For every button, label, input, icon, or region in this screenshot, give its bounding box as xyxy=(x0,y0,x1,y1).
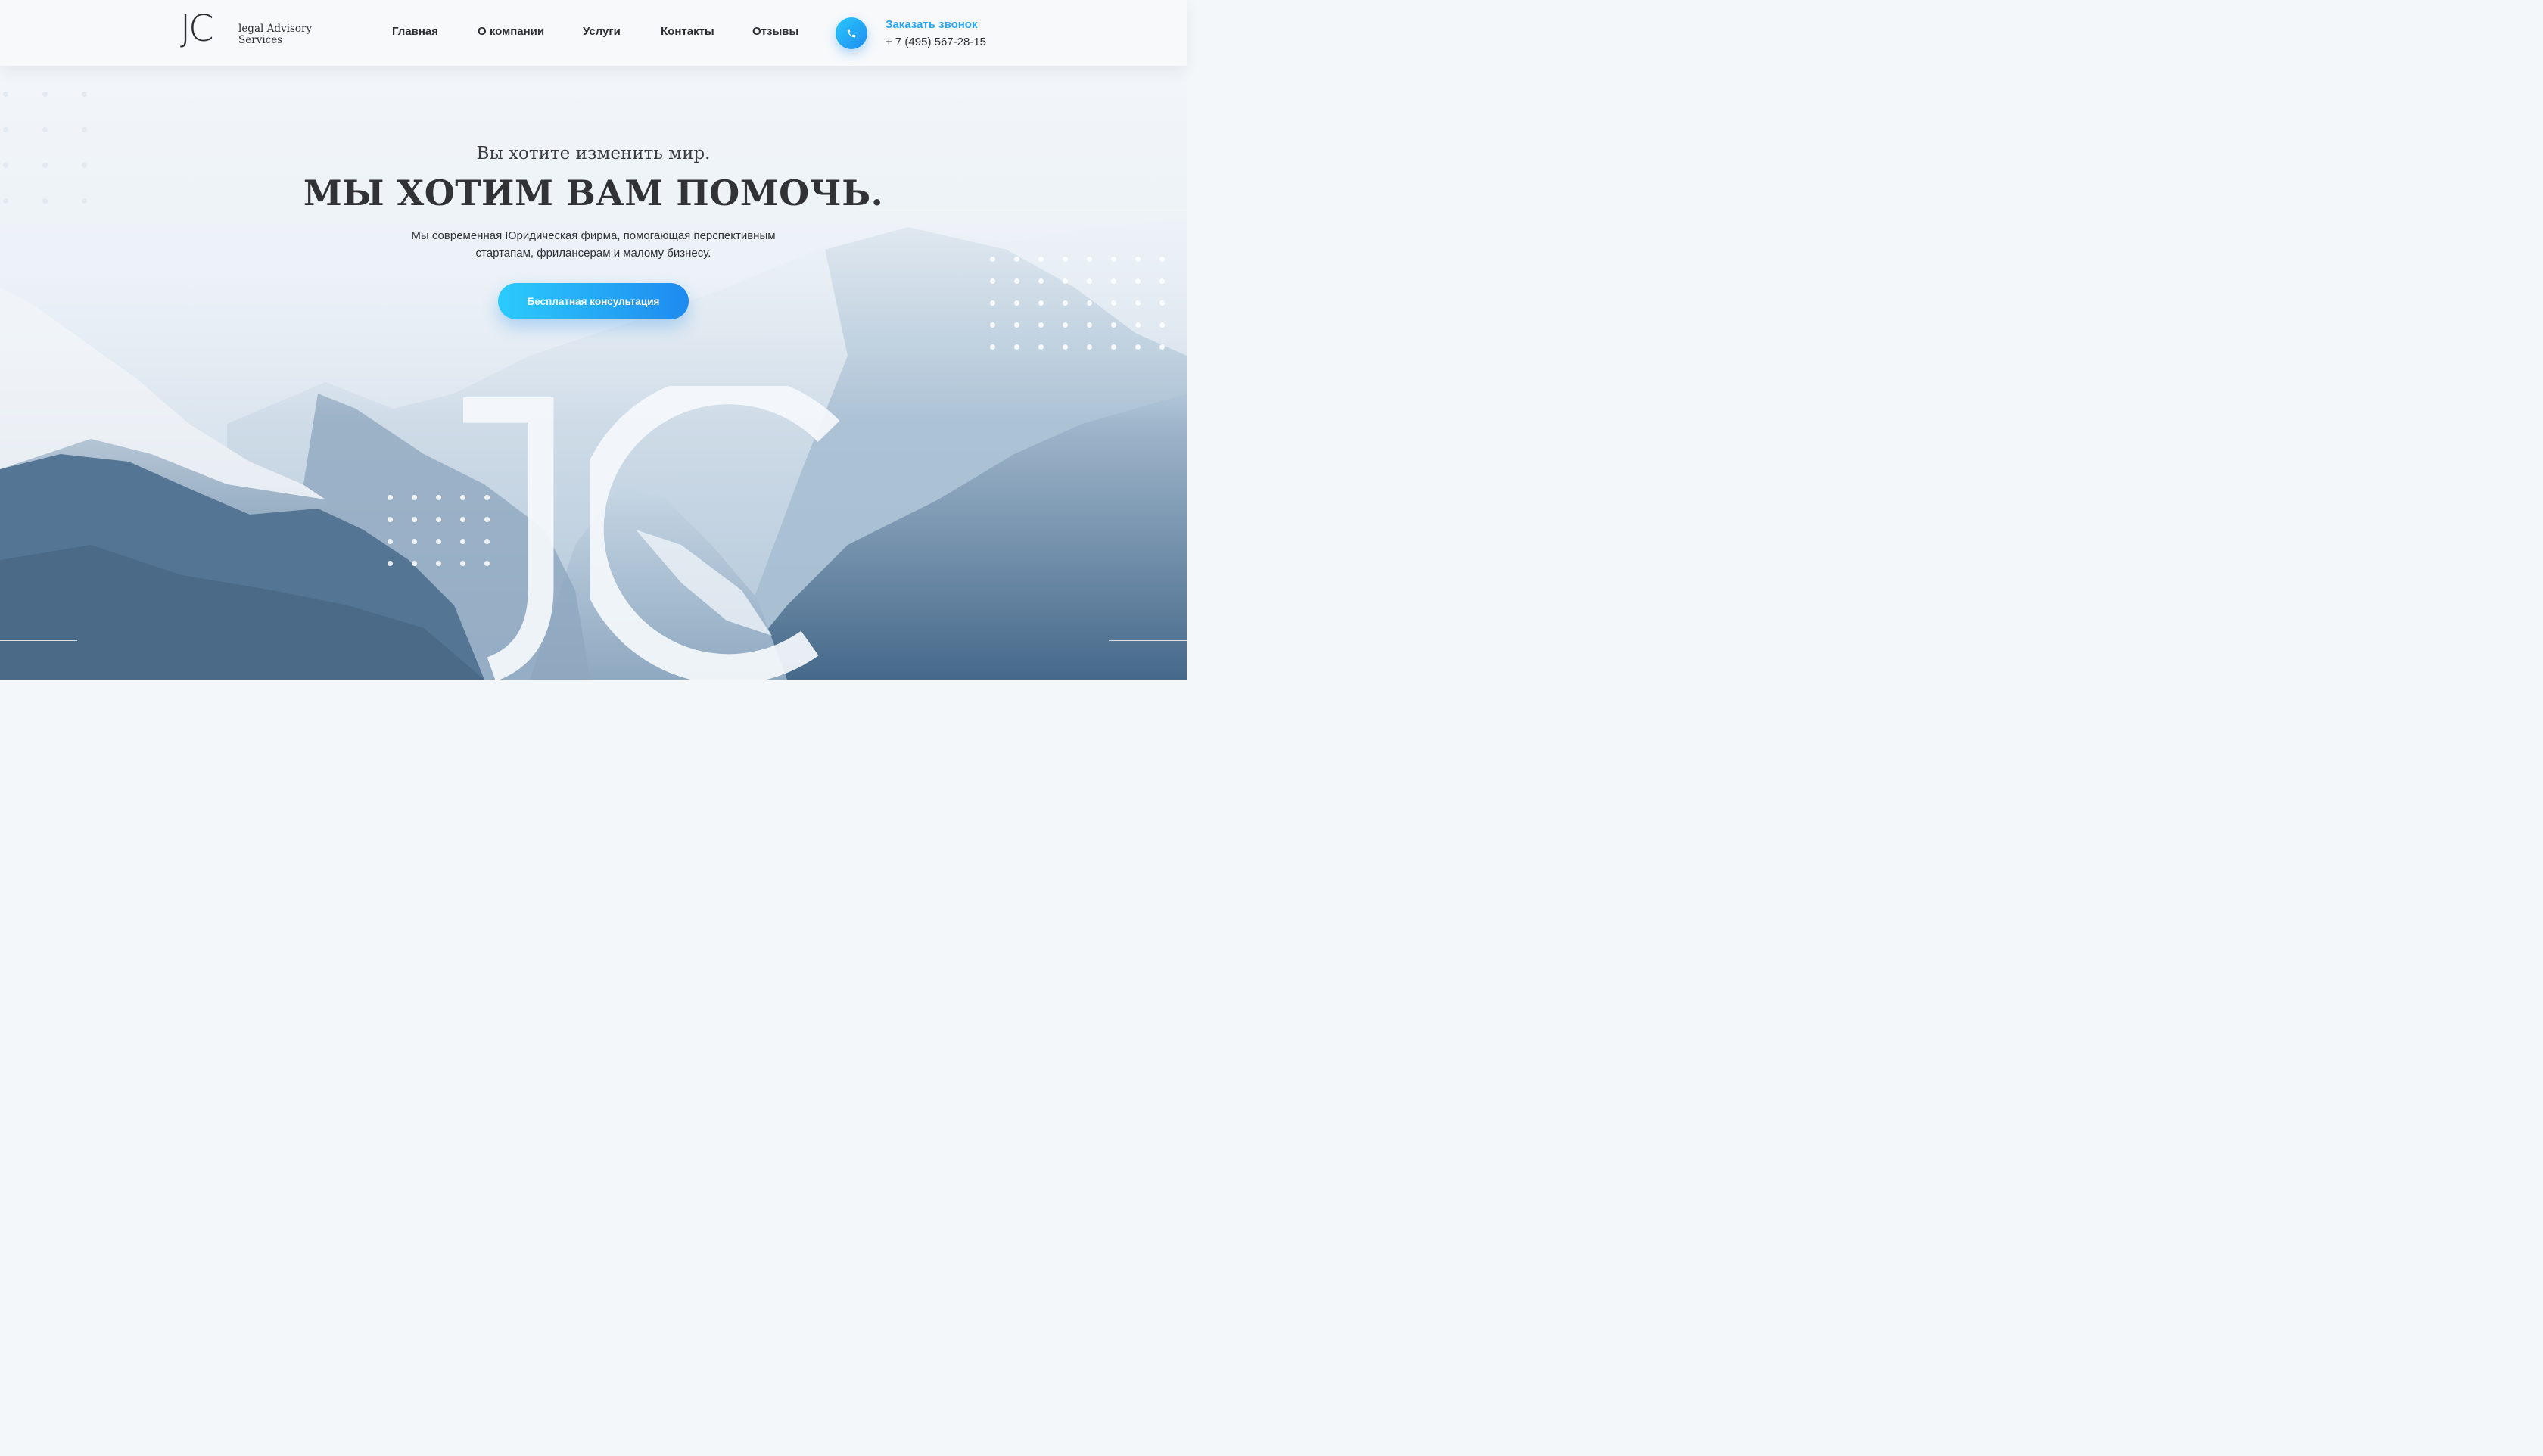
decorative-dot xyxy=(1038,278,1044,284)
decorative-dot xyxy=(436,517,441,522)
decorative-dot xyxy=(1159,257,1165,262)
decorative-dot xyxy=(1087,322,1092,328)
decorative-dot xyxy=(460,517,465,522)
nav-item-reviews[interactable]: Отзывы xyxy=(752,25,798,38)
logo-text: legal Advisory Services xyxy=(238,23,312,46)
decorative-dot xyxy=(412,561,417,566)
decorative-dot xyxy=(1087,344,1092,350)
decorative-dot xyxy=(460,539,465,544)
decorative-dot xyxy=(42,92,48,97)
call-button[interactable] xyxy=(836,17,867,49)
decorative-dot xyxy=(1135,257,1141,262)
decorative-dot xyxy=(1135,344,1141,350)
decorative-dot xyxy=(1038,322,1044,328)
free-consultation-button[interactable]: Бесплатная консультация xyxy=(498,283,689,319)
decorative-dot xyxy=(1135,278,1141,284)
logo-mark: JC xyxy=(180,8,214,50)
decorative-dot xyxy=(1014,257,1019,262)
decorative-dot xyxy=(82,127,87,132)
hero-description-line-2: стартапам, фрилансерам и малому бизнесу. xyxy=(475,247,711,260)
decorative-dot xyxy=(436,539,441,544)
logo-line-1: legal Advisory xyxy=(238,23,313,35)
decorative-dot xyxy=(1014,278,1019,284)
decorative-dot xyxy=(436,495,441,500)
hero-description-line-1: Мы современная Юридическая фирма, помога… xyxy=(411,229,776,242)
decorative-dot xyxy=(436,561,441,566)
decorative-dot xyxy=(460,561,465,566)
decorative-dot xyxy=(990,344,995,350)
decorative-dot xyxy=(1159,300,1165,306)
watermark-c xyxy=(590,386,840,680)
decorative-dot xyxy=(484,495,490,500)
logo-line-2: Services xyxy=(238,34,283,46)
decorative-dot xyxy=(484,561,490,566)
decorative-dot xyxy=(1063,322,1068,328)
logo[interactable]: JC legal Advisory Services xyxy=(180,11,324,48)
decorative-dot xyxy=(1135,322,1141,328)
decorative-dot xyxy=(412,495,417,500)
decorative-dot xyxy=(1063,257,1068,262)
hero-headline: МЫ ХОТИМ ВАМ ПОМОЧЬ. xyxy=(303,173,884,213)
decorative-dot xyxy=(1063,300,1068,306)
decorative-dot xyxy=(82,92,87,97)
decorative-dot xyxy=(1038,257,1044,262)
decorative-dot xyxy=(990,278,995,284)
nav-item-contacts[interactable]: Контакты xyxy=(661,25,714,38)
decorative-dot xyxy=(82,163,87,168)
decorative-dot xyxy=(1014,322,1019,328)
decorative-line-bottom-right xyxy=(1109,640,1187,641)
decorative-dot xyxy=(1038,300,1044,306)
decorative-dot xyxy=(412,539,417,544)
hero-background xyxy=(0,0,1187,680)
decorative-dot xyxy=(1159,344,1165,350)
phone-icon xyxy=(847,29,856,38)
decorative-dot xyxy=(42,163,48,168)
decorative-dot xyxy=(990,300,995,306)
decorative-dot xyxy=(1087,278,1092,284)
decorative-dot xyxy=(990,322,995,328)
nav-item-services[interactable]: Услуги xyxy=(583,25,621,38)
decorative-dot xyxy=(412,517,417,522)
decorative-dot xyxy=(1159,278,1165,284)
callback-link[interactable]: Заказать звонок xyxy=(886,18,977,31)
decorative-dot xyxy=(388,517,393,522)
hero-description: Мы современная Юридическая фирма, помога… xyxy=(366,227,820,262)
decorative-dot xyxy=(484,517,490,522)
decorative-dot xyxy=(1063,278,1068,284)
decorative-dot xyxy=(1135,300,1141,306)
decorative-dot xyxy=(1111,300,1116,306)
nav-item-about[interactable]: О компании xyxy=(478,25,544,38)
decorative-dot xyxy=(1063,344,1068,350)
decorative-dot xyxy=(3,163,8,168)
decorative-dot xyxy=(990,257,995,262)
decorative-dot xyxy=(3,127,8,132)
decorative-dot xyxy=(388,539,393,544)
site-header: JC legal Advisory Services Главная О ком… xyxy=(0,0,1187,66)
decorative-dot xyxy=(460,495,465,500)
decorative-dot xyxy=(484,539,490,544)
decorative-dot xyxy=(1111,278,1116,284)
decorative-dot xyxy=(388,495,393,500)
decorative-dot xyxy=(1014,300,1019,306)
decorative-dot xyxy=(1087,300,1092,306)
hero-subtitle: Вы хотите изменить мир. xyxy=(476,144,711,163)
decorative-dot xyxy=(1111,344,1116,350)
decorative-dot xyxy=(1111,322,1116,328)
nav-item-home[interactable]: Главная xyxy=(392,25,438,38)
decorative-dot xyxy=(3,92,8,97)
phone-number[interactable]: + 7 (495) 567-28-15 xyxy=(886,36,986,48)
decorative-dot xyxy=(1111,257,1116,262)
decorative-dot xyxy=(1038,344,1044,350)
watermark-j xyxy=(463,397,554,680)
decorative-dot xyxy=(42,127,48,132)
decorative-line-bottom-left xyxy=(0,640,77,641)
decorative-dot xyxy=(1087,257,1092,262)
decorative-dot xyxy=(1014,344,1019,350)
decorative-dot xyxy=(1159,322,1165,328)
decorative-dot xyxy=(388,561,393,566)
